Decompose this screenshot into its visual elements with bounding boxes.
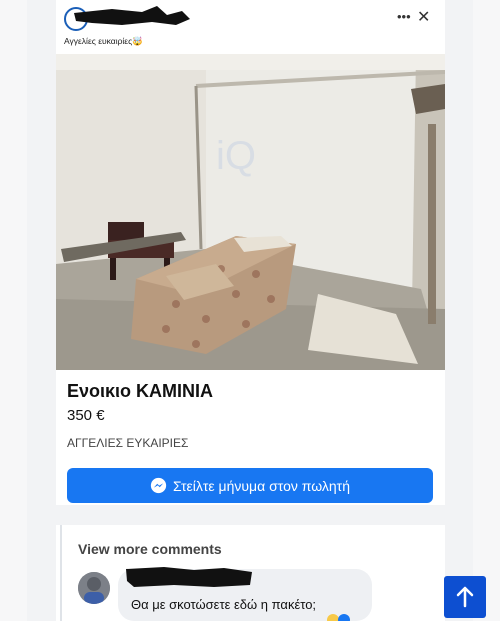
listing-title[interactable]: Ενοικιο ΚΑΜΙΝΙΑ (67, 381, 213, 402)
post-card: Αγγελίες ευκαιρίες🤯 ••• ✕ iQ Ενοικιο ΚΑΜ… (56, 0, 445, 505)
group-name[interactable]: Αγγελίες ευκαιρίες🤯 (64, 36, 143, 47)
commenter-avatar[interactable] (78, 572, 110, 604)
messenger-icon (150, 477, 167, 494)
close-icon[interactable]: ✕ (417, 7, 430, 27)
more-options-icon[interactable]: ••• (397, 9, 411, 24)
redacted-commenter-name (126, 567, 252, 587)
redacted-author-name (74, 6, 190, 25)
svg-text:iQ: iQ (216, 134, 256, 178)
listing-price: 350 € (67, 407, 105, 424)
view-more-comments-link[interactable]: View more comments (78, 541, 222, 557)
reaction-icons[interactable] (326, 613, 366, 621)
message-seller-label: Στείλτε μήνυμα στον πωλητή (173, 477, 350, 494)
scroll-to-top-button[interactable] (444, 576, 486, 618)
comment-text: Θα με σκοτώσετε εδώ η πακέτο; (131, 597, 317, 612)
listing-photo[interactable]: iQ (56, 54, 445, 370)
listing-category: ΑΓΓΕΛΙΕΣ ΕΥΚΑΙΡΙΕΣ (67, 436, 189, 450)
message-seller-button[interactable]: Στείλτε μήνυμα στον πωλητή (67, 468, 433, 503)
comments-panel: View more comments Θα με σκοτώσετε εδώ η… (56, 525, 445, 621)
arrow-up-icon (456, 586, 474, 608)
post-header: Αγγελίες ευκαιρίες🤯 ••• ✕ (56, 0, 445, 54)
thread-divider (60, 525, 62, 621)
